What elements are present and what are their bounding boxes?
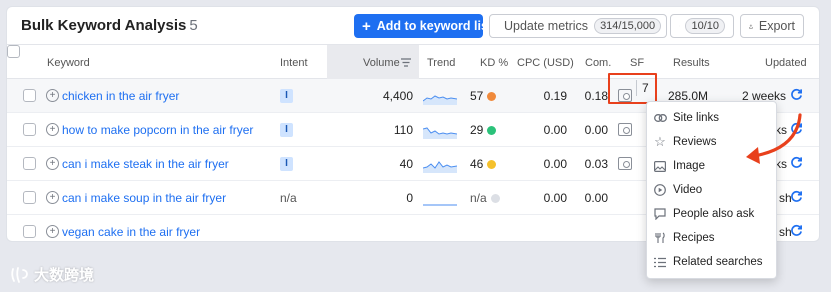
serp-features-count[interactable]: 7 (642, 81, 649, 95)
kd-dot (487, 92, 497, 101)
add-keyword-icon[interactable]: + (46, 157, 59, 170)
add-keyword-icon[interactable]: + (46, 89, 59, 102)
keyword-link[interactable]: chicken in the air fryer (62, 89, 179, 103)
page-title: Bulk Keyword Analysis 5 (21, 17, 198, 34)
keyword-link[interactable]: how to make popcorn in the air fryer (62, 123, 253, 137)
intent-badge: I (280, 123, 293, 137)
table-header: Keyword Intent Volume Trend KD % CPC (US… (7, 45, 819, 79)
keyword-count: 5 (189, 17, 198, 34)
image-icon (653, 159, 667, 173)
fork-knife-icon (653, 231, 667, 245)
update-metrics-button[interactable]: Update metrics 314/15,000 (489, 14, 667, 38)
sf-item-people-also-ask[interactable]: People also ask (647, 202, 776, 226)
keyword-link[interactable]: can i make soup in the air fryer (62, 191, 226, 205)
sort-desc-icon (401, 58, 411, 70)
cpc-value: 0.19 (543, 89, 567, 103)
kd-value: 29 (470, 123, 497, 137)
col-keyword[interactable]: Keyword (47, 57, 90, 69)
refresh-icon[interactable] (790, 224, 803, 237)
row-checkbox[interactable] (23, 157, 36, 170)
col-cpc[interactable]: CPC (USD) (517, 57, 574, 69)
watermark: 大数跨境 (10, 264, 94, 285)
volume-value: 40 (399, 157, 413, 171)
col-kd[interactable]: KD % (480, 57, 508, 69)
list-icon (653, 255, 667, 269)
add-keyword-icon[interactable]: + (46, 123, 59, 136)
com-value: 0.03 (584, 157, 608, 171)
row-checkbox[interactable] (23, 123, 36, 136)
cpc-value: 0.00 (543, 157, 567, 171)
refresh-icon[interactable] (790, 190, 803, 203)
volume-value: 110 (393, 123, 413, 137)
col-updated[interactable]: Updated (765, 57, 807, 69)
select-all-checkbox[interactable] (7, 45, 20, 58)
row-checkbox[interactable] (23, 191, 36, 204)
trend-sparkline (423, 127, 457, 139)
trend-sparkline (423, 95, 457, 105)
update-limit-badge: 314/15,000 (594, 18, 662, 34)
kd-dot (490, 194, 500, 203)
col-trend[interactable]: Trend (427, 57, 455, 69)
serp-features-icon[interactable] (618, 157, 632, 170)
add-keyword-icon[interactable]: + (46, 225, 59, 238)
trend-sparkline (423, 161, 457, 173)
volume-value: 0 (406, 191, 413, 205)
play-icon (653, 183, 667, 197)
volume-value: 4,400 (382, 89, 413, 103)
annotation-arrow (746, 113, 802, 164)
settings-button[interactable]: 10/10 (670, 14, 734, 38)
link-icon (653, 111, 667, 125)
col-com[interactable]: Com. (585, 57, 611, 69)
serp-features-icon[interactable] (618, 123, 632, 136)
sf-item-recipes[interactable]: Recipes (647, 226, 776, 250)
intent-value: n/a (280, 191, 297, 205)
row-checkbox[interactable] (23, 89, 36, 102)
question-icon (653, 207, 667, 221)
intent-badge: I (280, 157, 293, 171)
com-value: 0.18 (584, 89, 608, 103)
kd-dot (487, 160, 497, 169)
col-intent[interactable]: Intent (280, 57, 308, 69)
kd-value: 46 (470, 157, 497, 171)
kd-value: n/a (470, 191, 500, 205)
watermark-logo-icon (11, 266, 28, 283)
com-value: 0.00 (584, 191, 608, 205)
kd-value: 57 (470, 89, 497, 103)
add-keyword-icon[interactable]: + (46, 191, 59, 204)
sf-item-video[interactable]: Video (647, 178, 776, 202)
row-checkbox[interactable] (23, 225, 36, 238)
sf-item-related-searches[interactable]: Related searches (647, 250, 776, 274)
intent-badge: I (280, 89, 293, 103)
export-button[interactable]: Export (740, 14, 804, 38)
keyword-link[interactable]: vegan cake in the air fryer (62, 225, 200, 239)
toolbar: Bulk Keyword Analysis 5 + Add to keyword … (7, 7, 819, 45)
cpc-value: 0.00 (543, 191, 567, 205)
serp-features-highlight (608, 73, 657, 104)
keyword-link[interactable]: can i make steak in the air fryer (62, 157, 229, 171)
kd-dot (487, 126, 497, 135)
add-to-keyword-list-button[interactable]: + Add to keyword list (354, 14, 492, 38)
com-value: 0.00 (584, 123, 608, 137)
refresh-icon[interactable] (790, 88, 803, 101)
cpc-value: 0.00 (543, 123, 567, 137)
star-icon: ☆ (654, 134, 666, 149)
col-results[interactable]: Results (673, 57, 710, 69)
sf-divider (636, 80, 637, 96)
trend-sparkline (423, 204, 457, 206)
export-icon (749, 23, 753, 28)
plus-icon: + (362, 17, 371, 35)
settings-limit-badge: 10/10 (685, 18, 725, 34)
col-volume[interactable]: Volume (363, 57, 400, 69)
col-sf[interactable]: SF (630, 57, 644, 69)
